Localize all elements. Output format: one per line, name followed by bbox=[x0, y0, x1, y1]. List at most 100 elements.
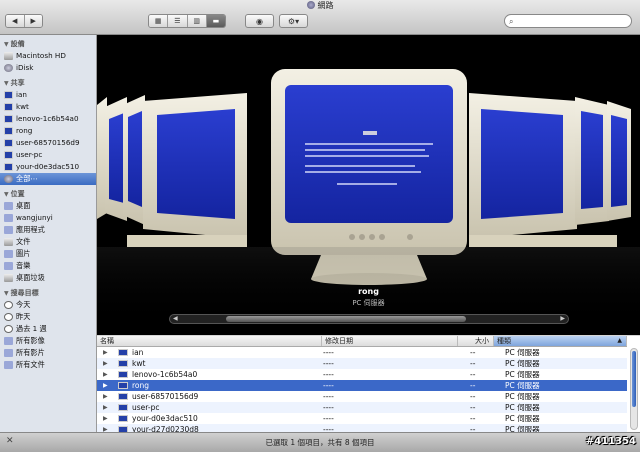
side-monitor-left[interactable] bbox=[97, 93, 247, 247]
quicklook-button[interactable]: ◉ bbox=[245, 14, 274, 28]
cell-size: -- bbox=[470, 414, 476, 423]
list-scrollbar[interactable] bbox=[630, 348, 638, 430]
side-monitor-right[interactable] bbox=[469, 93, 631, 247]
sidebar-item-macintosh-hd[interactable]: Macintosh HD bbox=[0, 50, 96, 62]
sidebar-item-kwt[interactable]: kwt bbox=[0, 101, 96, 113]
search-field[interactable]: ⌕ bbox=[504, 14, 632, 28]
column-header-size[interactable]: 大小 bbox=[458, 336, 494, 346]
monitor-icon bbox=[4, 103, 13, 111]
table-row[interactable]: ▶ lenovo-1c6b54a0 ---- -- PC 伺服器 bbox=[97, 369, 627, 380]
sidebar-item-all-documents[interactable]: 所有文件 bbox=[0, 359, 96, 371]
sidebar-item-home[interactable]: wangjunyi bbox=[0, 212, 96, 224]
chevron-left-icon[interactable]: ◀ bbox=[6, 15, 25, 27]
disclosure-triangle-icon[interactable]: ▼ bbox=[4, 80, 9, 87]
monitor-icon bbox=[118, 382, 128, 389]
sort-ascending-icon: ▲ bbox=[617, 337, 622, 344]
clock-icon bbox=[4, 313, 13, 321]
sidebar-item-desktop[interactable]: 桌面 bbox=[0, 200, 96, 212]
disclosure-triangle-icon[interactable]: ▶ bbox=[103, 358, 108, 369]
cell-size: -- bbox=[470, 425, 476, 432]
list-header: 名稱 修改日期 大小 種類 ▲ bbox=[97, 336, 627, 347]
sidebar-item-trash[interactable]: 桌面垃圾 bbox=[0, 272, 96, 284]
disclosure-triangle-icon[interactable]: ▶ bbox=[103, 413, 108, 424]
sidebar-item-label: wangjunyi bbox=[16, 213, 53, 222]
cover-flow[interactable]: rong PC 伺服器 ◀ ▶ bbox=[97, 35, 640, 335]
sidebar-item-pictures[interactable]: 圖片 bbox=[0, 248, 96, 260]
sidebar-item-music[interactable]: 音樂 bbox=[0, 260, 96, 272]
column-header-name[interactable]: 名稱 bbox=[97, 336, 322, 346]
disclosure-triangle-icon[interactable]: ▶ bbox=[103, 369, 108, 380]
sidebar-item-user-pc[interactable]: user-pc bbox=[0, 149, 96, 161]
status-bar: ✕ 已選取 1 個項目，共有 8 個項目 bbox=[0, 432, 640, 452]
sidebar-item-applications[interactable]: 應用程式 bbox=[0, 224, 96, 236]
list-scroll-thumb[interactable] bbox=[632, 351, 636, 407]
coverflow-scroll-thumb[interactable] bbox=[226, 316, 466, 322]
scroll-left-icon[interactable]: ◀ bbox=[173, 315, 178, 323]
disclosure-triangle-icon[interactable]: ▶ bbox=[103, 424, 108, 432]
sidebar-item-yesterday[interactable]: 昨天 bbox=[0, 311, 96, 323]
finder-window: 網路 ◀ ▶ ▦ ☰ ▥ ▬ ◉ ⚙▾ ⌕ ▼ 設備 Macintosh HD i… bbox=[0, 0, 640, 452]
disclosure-triangle-icon[interactable]: ▼ bbox=[4, 191, 9, 198]
table-row[interactable]: ▶ user-pc ---- -- PC 伺服器 bbox=[97, 402, 627, 413]
cell-name: lenovo-1c6b54a0 bbox=[132, 370, 198, 379]
section-label: 設備 bbox=[10, 40, 25, 48]
sidebar-item-all[interactable]: 全部⋯ bbox=[0, 173, 96, 185]
sidebar-item-label: 桌面垃圾 bbox=[16, 273, 45, 282]
column-header-kind[interactable]: 種類 ▲ bbox=[494, 336, 627, 346]
icon-view-button[interactable]: ▦ bbox=[149, 15, 169, 27]
search-input[interactable] bbox=[519, 16, 629, 28]
sidebar-item-your-d0e3dac510[interactable]: your-d0e3dac510 bbox=[0, 161, 96, 173]
sidebar-item-label: 桌面 bbox=[16, 201, 31, 210]
cover-flow-view-button[interactable]: ▬ bbox=[206, 15, 225, 27]
cell-size: -- bbox=[470, 381, 476, 390]
sidebar-item-all-images[interactable]: 所有影像 bbox=[0, 335, 96, 347]
monitor-icon bbox=[118, 404, 128, 411]
sidebar-item-documents[interactable]: 文件 bbox=[0, 236, 96, 248]
file-list: 名稱 修改日期 大小 種類 ▲ ▶ ian ---- -- PC 伺服器 ▶ kwt ----… bbox=[97, 336, 640, 432]
sidebar-section-search[interactable]: ▼ 搜尋目標 bbox=[0, 288, 96, 299]
disclosure-triangle-icon[interactable]: ▶ bbox=[103, 391, 108, 402]
sidebar-item-label: rong bbox=[16, 126, 33, 135]
sidebar-item-rong[interactable]: rong bbox=[0, 125, 96, 137]
table-row-selected[interactable]: ▶ rong ---- -- PC 伺服器 bbox=[97, 380, 627, 391]
chevron-right-icon[interactable]: ▶ bbox=[24, 15, 42, 27]
cell-date: ---- bbox=[323, 370, 334, 379]
column-view-button[interactable]: ▥ bbox=[187, 15, 207, 27]
sidebar-section-devices[interactable]: ▼ 設備 bbox=[0, 39, 96, 50]
sidebar-item-ian[interactable]: ian bbox=[0, 89, 96, 101]
table-row[interactable]: ▶ user-68570156d9 ---- -- PC 伺服器 bbox=[97, 391, 627, 402]
smart-folder-icon bbox=[4, 349, 13, 357]
sidebar-section-shared[interactable]: ▼ 共享 bbox=[0, 78, 96, 89]
disclosure-triangle-icon[interactable]: ▶ bbox=[103, 402, 108, 413]
sidebar-item-user-68570156d9[interactable]: user-68570156d9 bbox=[0, 137, 96, 149]
coverflow-item-name: rong bbox=[358, 287, 379, 296]
sidebar-section-places[interactable]: ▼ 位置 bbox=[0, 189, 96, 200]
coverflow-scrollbar[interactable]: ◀ ▶ bbox=[169, 314, 569, 324]
disclosure-triangle-icon[interactable]: ▼ bbox=[4, 290, 9, 297]
scroll-right-icon[interactable]: ▶ bbox=[560, 315, 565, 323]
disclosure-triangle-icon[interactable]: ▶ bbox=[103, 380, 108, 391]
cell-name: your-d27d0230d8 bbox=[132, 425, 199, 432]
disclosure-triangle-icon[interactable]: ▶ bbox=[103, 347, 108, 358]
table-row[interactable]: ▶ ian ---- -- PC 伺服器 bbox=[97, 347, 627, 358]
sidebar-item-today[interactable]: 今天 bbox=[0, 299, 96, 311]
column-header-date[interactable]: 修改日期 bbox=[322, 336, 458, 346]
sidebar-item-label: 所有影像 bbox=[16, 336, 45, 345]
window-title: 網路 bbox=[0, 0, 640, 12]
cell-date: ---- bbox=[323, 359, 334, 368]
sidebar-item-past-week[interactable]: 過去 1 週 bbox=[0, 323, 96, 335]
cell-name: user-pc bbox=[132, 403, 160, 412]
list-view-button[interactable]: ☰ bbox=[168, 15, 188, 27]
table-row[interactable]: ▶ your-d0e3dac510 ---- -- PC 伺服器 bbox=[97, 413, 627, 424]
cell-kind: PC 伺服器 bbox=[505, 381, 540, 390]
sidebar-item-idisk[interactable]: iDisk bbox=[0, 62, 96, 74]
disclosure-triangle-icon[interactable]: ▼ bbox=[4, 41, 9, 48]
table-row[interactable]: ▶ your-d27d0230d8 ---- -- PC 伺服器 bbox=[97, 424, 627, 432]
action-button[interactable]: ⚙▾ bbox=[279, 14, 308, 28]
sidebar-item-all-movies[interactable]: 所有影片 bbox=[0, 347, 96, 359]
sidebar-item-label: 全部⋯ bbox=[16, 174, 38, 183]
cell-kind: PC 伺服器 bbox=[505, 359, 540, 368]
sidebar-item-lenovo[interactable]: lenovo-1c6b54a0 bbox=[0, 113, 96, 125]
table-row[interactable]: ▶ kwt ---- -- PC 伺服器 bbox=[97, 358, 627, 369]
network-globe-icon bbox=[4, 175, 13, 183]
